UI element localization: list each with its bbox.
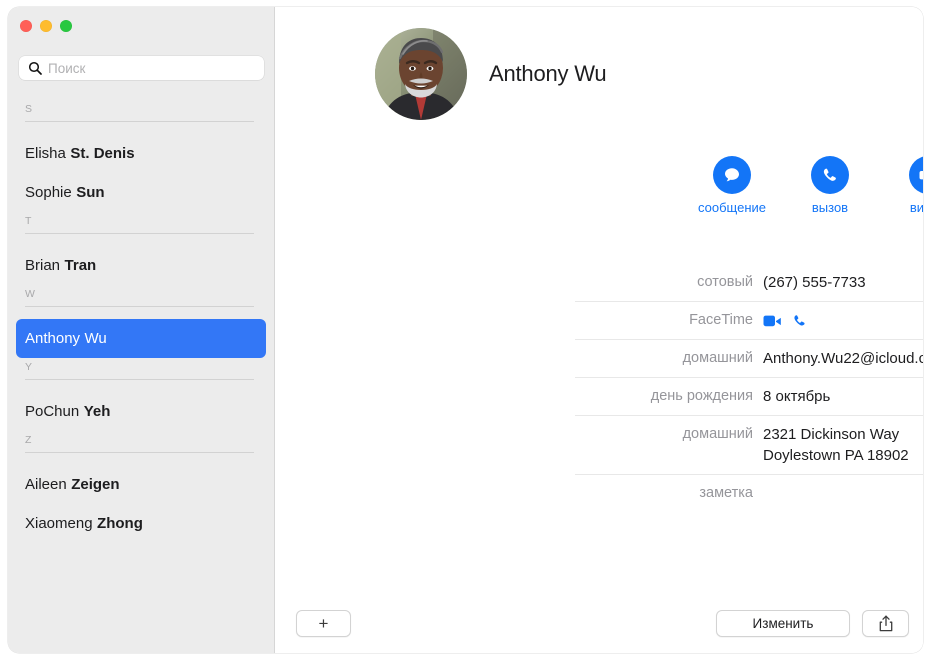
sidebar: SElishaSt. DenisSophieSunTBrianTranWAnth…	[8, 7, 275, 653]
field-row: домашний Anthony.Wu22@icloud.com	[575, 340, 923, 378]
facetime-video-icon[interactable]	[763, 314, 782, 328]
section-divider	[25, 379, 254, 380]
section-letter: Z	[25, 434, 32, 446]
field-label: сотовый	[697, 274, 753, 290]
contacts-window: SElishaSt. DenisSophieSunTBrianTranWAnth…	[8, 7, 923, 653]
field-text[interactable]: (267) 555-7733	[763, 274, 866, 291]
edit-button[interactable]: Изменить	[716, 610, 850, 637]
message-icon	[713, 156, 751, 194]
field-value: 2321 Dickinson Way Doylestown PA 18902	[763, 424, 923, 466]
avatar[interactable]	[375, 28, 467, 120]
contact-detail-panel: Anthony Wu сообщениевызоввидеопочта сото…	[275, 7, 923, 653]
contact-first-name: Elisha	[25, 145, 66, 162]
field-row: домашний 2321 Dickinson Way Doylestown PA …	[575, 416, 923, 475]
section-letter: Y	[25, 361, 33, 373]
facetime-audio-icon[interactable]	[792, 313, 808, 329]
field-label: домашний	[682, 350, 753, 366]
address-line: Doylestown PA 18902	[763, 447, 909, 464]
action-message[interactable]: сообщение	[683, 156, 781, 215]
window-controls	[20, 20, 72, 32]
field-row: FaceTime	[575, 302, 923, 340]
contact-list-item[interactable]: Sophie Sun	[16, 173, 266, 212]
contact-photo	[375, 28, 467, 120]
field-value	[763, 310, 923, 331]
facetime-actions	[763, 310, 923, 331]
field-text[interactable]: Anthony.Wu22@icloud.com	[763, 350, 923, 367]
section-divider	[25, 121, 254, 122]
contact-last-name: Wu	[84, 330, 107, 347]
contact-first-name: Brian	[25, 257, 61, 274]
contact-last-name: Yeh	[83, 403, 111, 420]
phone-icon	[811, 156, 849, 194]
contact-last-name: Zhong	[97, 515, 143, 532]
contact-first-name: Sophie	[25, 184, 72, 201]
contact-last-name: St. Denis	[70, 145, 135, 162]
action-video[interactable]: видео	[879, 156, 923, 215]
field-row: заметка	[575, 475, 923, 512]
contact-list-item[interactable]: Aileen Zeigen	[16, 465, 266, 504]
field-value: Anthony.Wu22@icloud.com	[763, 348, 923, 369]
contact-last-name: Tran	[64, 257, 97, 274]
contact-last-name: Sun	[76, 184, 105, 201]
video-icon	[909, 156, 923, 194]
section-letter: S	[25, 103, 33, 115]
share-button[interactable]	[862, 610, 909, 637]
field-text[interactable]: 8 октябрь	[763, 388, 830, 405]
contact-first-name: Xiaomeng	[25, 515, 93, 532]
field-value: 8 октябрь	[763, 386, 923, 407]
section-header-w: W	[8, 285, 274, 319]
contact-first-name: Aileen	[25, 476, 67, 493]
action-label: видео	[909, 200, 923, 215]
contact-list-item[interactable]: PoChun Yeh	[16, 392, 266, 431]
section-header-z: Z	[8, 431, 274, 465]
search-input[interactable]	[19, 56, 264, 80]
section-header-s: S	[8, 100, 274, 134]
section-header-t: T	[8, 212, 274, 246]
section-letter: T	[25, 215, 32, 227]
contact-list-item[interactable]: Elisha St. Denis	[16, 134, 266, 173]
zoom-button[interactable]	[60, 20, 72, 32]
minimize-button[interactable]	[40, 20, 52, 32]
action-phone[interactable]: вызов	[781, 156, 879, 215]
section-divider	[25, 233, 254, 234]
contact-fields: сотовый (267) 555-7733 FaceTime домашний Ant…	[575, 264, 923, 512]
contact-actions: сообщениевызоввидеопочта	[683, 156, 923, 215]
field-label: заметка	[699, 485, 753, 501]
address-line: 2321 Dickinson Way	[763, 426, 900, 443]
field-value: (267) 555-7733	[763, 272, 923, 293]
contact-list-item[interactable]: Anthony Wu	[16, 319, 266, 358]
action-label: сообщение	[697, 200, 766, 215]
field-row: сотовый (267) 555-7733	[575, 264, 923, 302]
field-row: день рождения 8 октябрь	[575, 378, 923, 416]
contact-header: Anthony Wu	[375, 28, 607, 120]
action-label: вызов	[811, 200, 849, 215]
field-label: день рождения	[650, 388, 753, 404]
bottom-toolbar: + Изменить	[275, 597, 923, 653]
contact-last-name: Zeigen	[71, 476, 120, 493]
contact-list[interactable]: S Elisha St. Denis Sophie Sun T Brian Tran W Anth…	[8, 100, 274, 653]
share-icon	[879, 615, 892, 632]
section-divider	[25, 452, 254, 453]
section-header-y: Y	[8, 358, 274, 392]
field-label: домашний	[682, 426, 753, 442]
add-contact-button[interactable]: +	[296, 610, 351, 637]
field-label: FaceTime	[689, 312, 753, 328]
search-container	[19, 56, 264, 80]
contact-list-item[interactable]: Xiaomeng Zhong	[16, 504, 266, 543]
section-divider	[25, 306, 254, 307]
contact-list-item[interactable]: Brian Tran	[16, 246, 266, 285]
contact-first-name: Anthony	[25, 330, 81, 347]
close-button[interactable]	[20, 20, 32, 32]
contact-first-name: PoChun	[25, 403, 80, 420]
section-letter: W	[25, 288, 36, 300]
contact-name: Anthony Wu	[489, 61, 607, 86]
